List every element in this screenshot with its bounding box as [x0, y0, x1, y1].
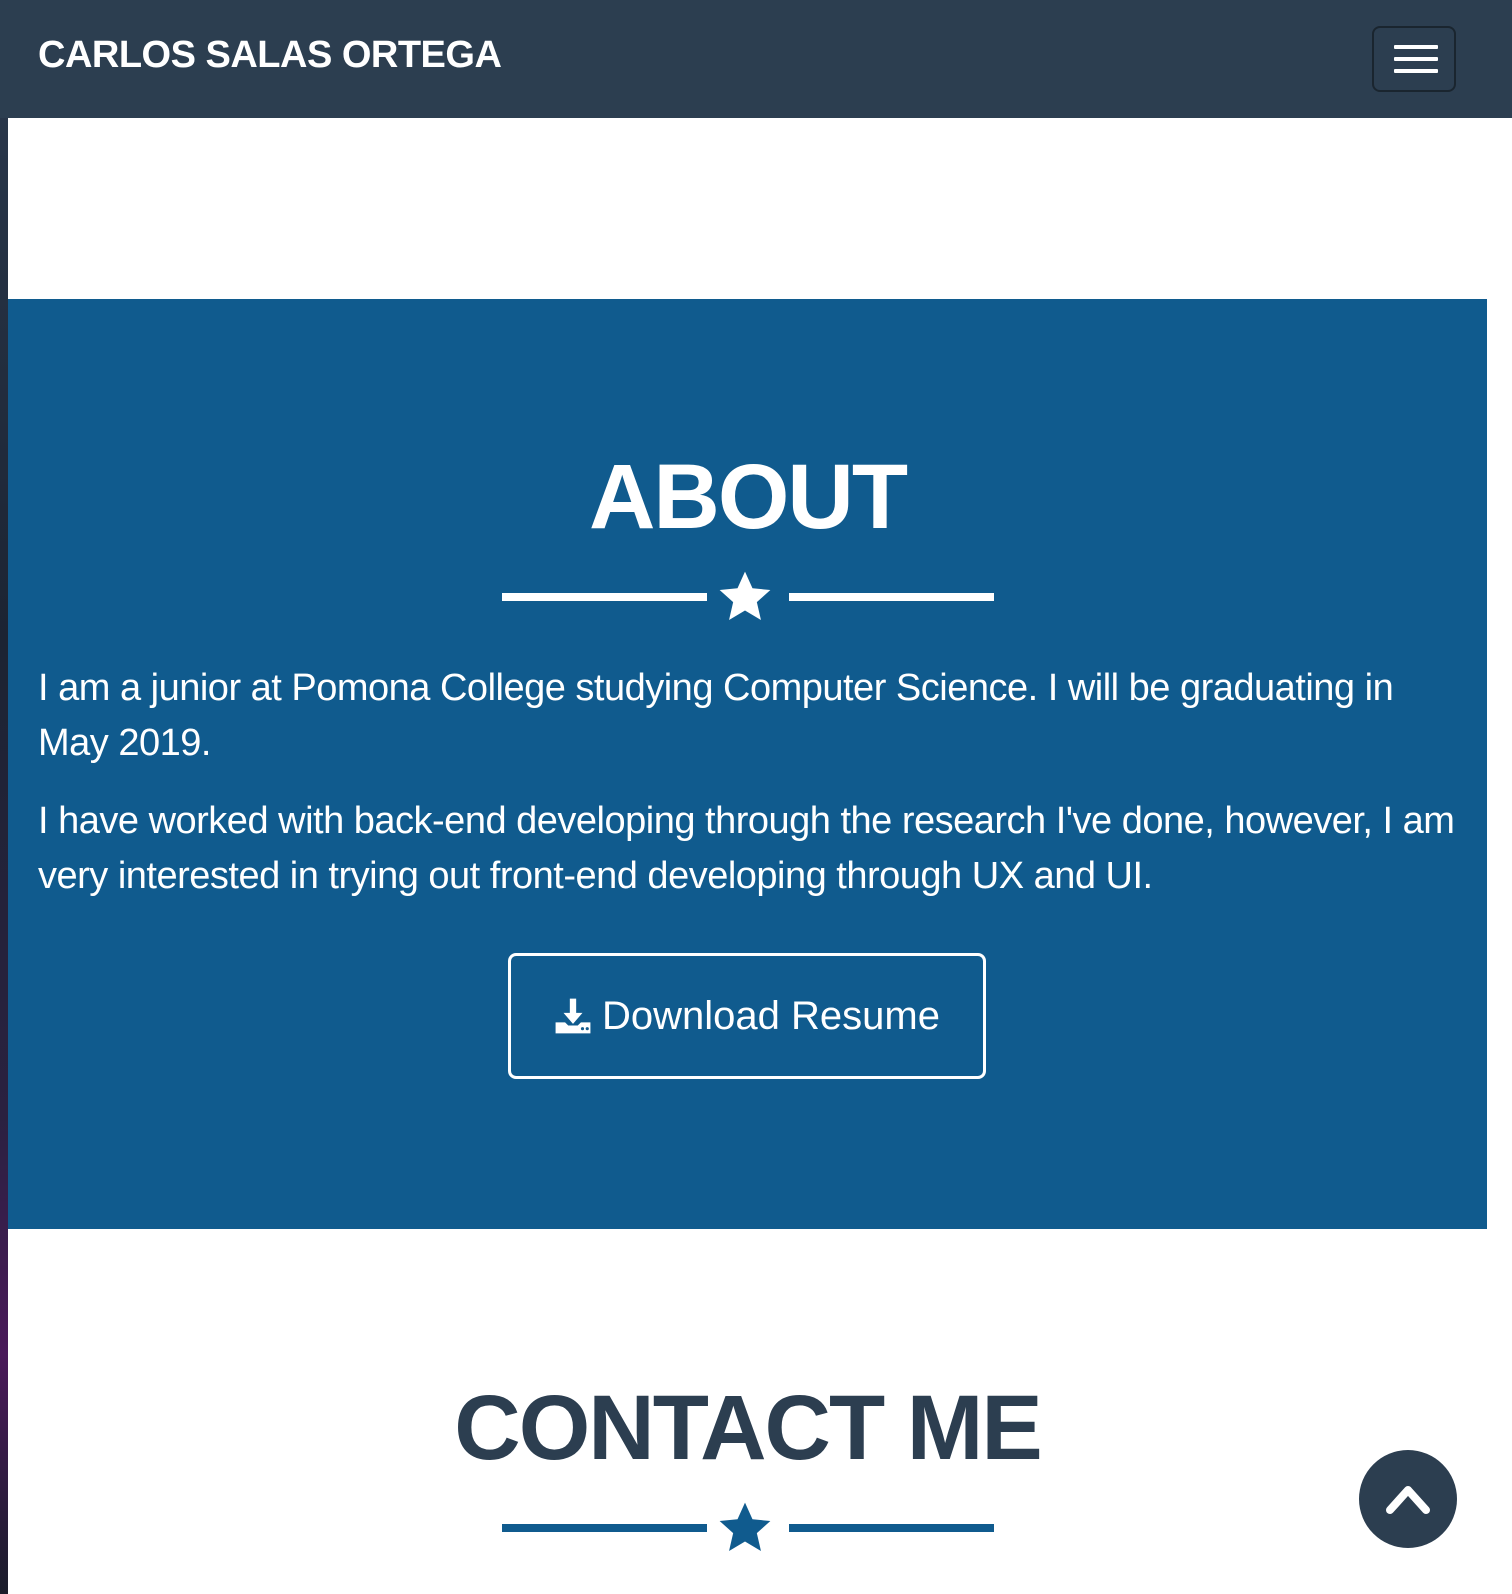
menu-toggle-button[interactable]: [1372, 26, 1456, 92]
divider-line-right: [789, 593, 994, 601]
star-icon: [719, 571, 771, 620]
about-section: ABOUT I am a junior at Pomona College st…: [8, 299, 1487, 1229]
divider-line-left: [502, 593, 707, 601]
contact-divider: [8, 1497, 1487, 1557]
background-edge: [0, 0, 8, 1594]
divider-line-right: [789, 1524, 994, 1532]
contact-title: CONTACT ME: [454, 1377, 1042, 1479]
about-title: ABOUT: [588, 446, 908, 548]
navbar: CARLOS SALAS ORTEGA: [0, 0, 1512, 118]
scroll-to-top-button[interactable]: [1359, 1450, 1457, 1548]
download-resume-label: Download Resume: [602, 993, 940, 1038]
about-paragraph: I am a junior at Pomona College studying…: [38, 667, 1394, 764]
download-resume-button[interactable]: Download Resume: [508, 953, 986, 1079]
star-icon: [719, 1502, 771, 1551]
site-brand[interactable]: CARLOS SALAS ORTEGA: [38, 34, 502, 77]
divider-line-left: [502, 1524, 707, 1532]
chevron-up-icon: [1386, 1486, 1430, 1514]
download-icon: [555, 998, 591, 1034]
about-divider: [8, 566, 1487, 626]
about-paragraph: I have worked with back-end developing t…: [38, 800, 1455, 897]
